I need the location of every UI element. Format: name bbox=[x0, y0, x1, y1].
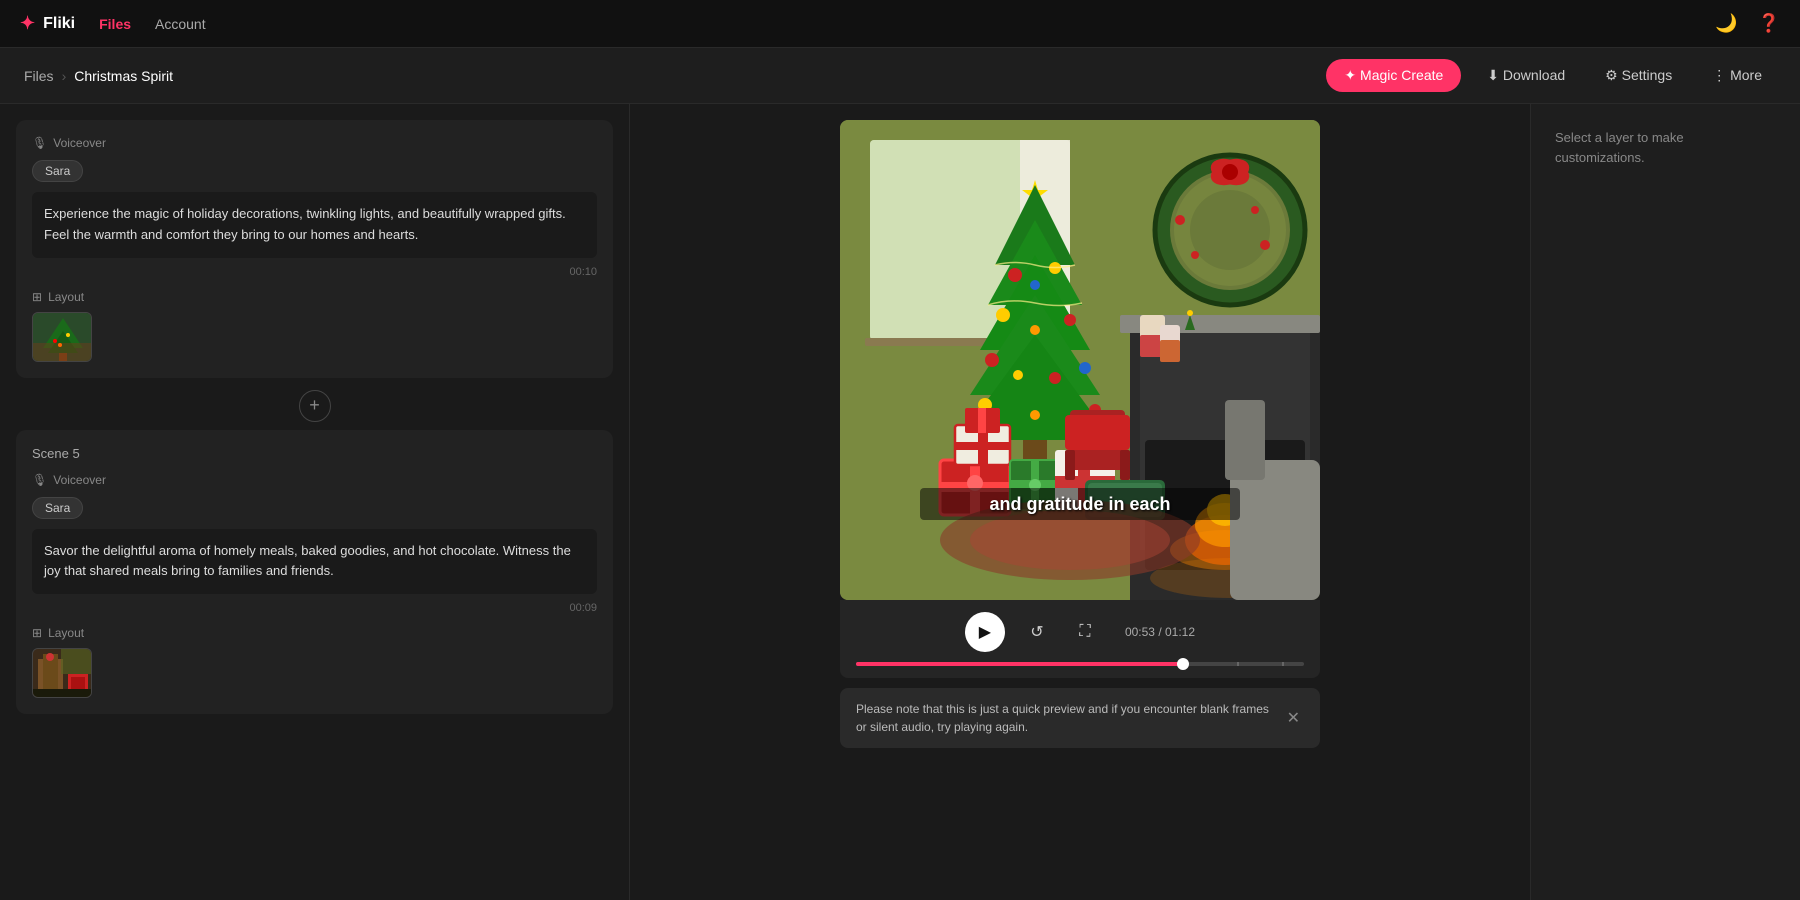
dark-mode-toggle[interactable]: 🌙 bbox=[1715, 13, 1737, 34]
fullscreen-button[interactable]: ⛶ bbox=[1069, 616, 1101, 648]
scene-text-5[interactable]: Savor the delightful aroma of homely mea… bbox=[32, 529, 597, 595]
nav-account[interactable]: Account bbox=[155, 16, 206, 32]
chapter-mark-5 bbox=[1237, 662, 1239, 666]
video-panel: and gratitude in each ▶ ↺ ⛶ 00:53 / 01:1… bbox=[630, 104, 1530, 900]
controls-row: ▶ ↺ ⛶ 00:53 / 01:12 bbox=[856, 612, 1304, 652]
layout-section-4: ⊞ Layout bbox=[32, 290, 597, 362]
main-layout: 🎙 Voiceover Sara Experience the magic of… bbox=[0, 104, 1800, 900]
sub-header-actions: ✦ Magic Create ⬇ Download ⚙ Settings ⋮ M… bbox=[1326, 59, 1776, 92]
top-nav: ✦ Fliki Files Account 🌙 ❓ bbox=[0, 0, 1800, 48]
current-time: 00:53 bbox=[1125, 625, 1155, 639]
layout-icon-4: ⊞ bbox=[32, 290, 42, 304]
download-button[interactable]: ⬇ Download bbox=[1473, 59, 1579, 92]
settings-button[interactable]: ⚙ Settings bbox=[1591, 59, 1686, 92]
speaker-badge-4[interactable]: Sara bbox=[32, 160, 83, 182]
app-name: Fliki bbox=[43, 15, 75, 33]
layout-thumbnail-5[interactable] bbox=[32, 648, 92, 698]
scene-time-5: 00:09 bbox=[32, 602, 597, 614]
mic-icon-5: 🎙 bbox=[32, 473, 47, 487]
time-separator: / bbox=[1158, 625, 1165, 639]
layout-label-5: ⊞ Layout bbox=[32, 626, 597, 640]
progress-handle[interactable] bbox=[1177, 658, 1189, 670]
mic-icon: 🎙 bbox=[32, 136, 47, 150]
toast-notification: Please note that this is just a quick pr… bbox=[840, 688, 1320, 748]
layout-thumbnail-4[interactable] bbox=[32, 312, 92, 362]
nav-files[interactable]: Files bbox=[99, 16, 131, 32]
speaker-badge-5[interactable]: Sara bbox=[32, 497, 83, 519]
toast-message: Please note that this is just a quick pr… bbox=[856, 700, 1283, 736]
customization-hint: Select a layer to make customizations. bbox=[1555, 128, 1776, 167]
app-logo: ✦ Fliki bbox=[20, 13, 75, 34]
right-panel: Select a layer to make customizations. bbox=[1530, 104, 1800, 900]
total-time: 01:12 bbox=[1165, 625, 1195, 639]
scenes-panel: 🎙 Voiceover Sara Experience the magic of… bbox=[0, 104, 630, 900]
scene-text-4[interactable]: Experience the magic of holiday decorati… bbox=[32, 192, 597, 258]
more-button[interactable]: ⋮ More bbox=[1698, 59, 1776, 92]
layout-section-5: ⊞ Layout bbox=[32, 626, 597, 698]
play-button[interactable]: ▶ bbox=[965, 612, 1005, 652]
svg-text:and gratitude in each: and gratitude in each bbox=[989, 494, 1170, 514]
help-icon[interactable]: ❓ bbox=[1758, 13, 1780, 34]
video-preview: and gratitude in each bbox=[840, 120, 1320, 600]
layout-icon-5: ⊞ bbox=[32, 626, 42, 640]
add-scene-button[interactable]: + bbox=[299, 390, 331, 422]
layout-label-4: ⊞ Layout bbox=[32, 290, 597, 304]
breadcrumb-separator: › bbox=[62, 68, 67, 84]
thumb-inner-4 bbox=[33, 313, 91, 361]
toast-close-button[interactable]: ✕ bbox=[1283, 708, 1304, 728]
time-display: 00:53 / 01:12 bbox=[1125, 625, 1195, 639]
scene-card-4: 🎙 Voiceover Sara Experience the magic of… bbox=[16, 120, 613, 378]
scene-header-5: Scene 5 bbox=[32, 446, 597, 461]
sub-header: Files › Christmas Spirit ✦ Magic Create … bbox=[0, 48, 1800, 104]
breadcrumb: Files › Christmas Spirit bbox=[24, 68, 173, 84]
breadcrumb-root[interactable]: Files bbox=[24, 68, 54, 84]
progress-fill bbox=[856, 662, 1183, 666]
magic-create-button[interactable]: ✦ Magic Create bbox=[1326, 59, 1461, 92]
thumb-inner-5 bbox=[33, 649, 91, 697]
logo-icon: ✦ bbox=[20, 13, 35, 34]
voiceover-label-4: 🎙 Voiceover bbox=[32, 136, 597, 150]
replay-button[interactable]: ↺ bbox=[1021, 616, 1053, 648]
scene-time-4: 00:10 bbox=[32, 266, 597, 278]
video-frame: and gratitude in each bbox=[840, 120, 1320, 600]
breadcrumb-current: Christmas Spirit bbox=[74, 68, 173, 84]
voiceover-label-5: 🎙 Voiceover bbox=[32, 473, 597, 487]
scene-card-5: Scene 5 🎙 Voiceover Sara Savor the delig… bbox=[16, 430, 613, 715]
video-progress-bar[interactable] bbox=[856, 662, 1304, 666]
nav-right-icons: 🌙 ❓ bbox=[1715, 13, 1780, 34]
video-controls: ▶ ↺ ⛶ 00:53 / 01:12 bbox=[840, 600, 1320, 678]
chapter-mark-6 bbox=[1282, 662, 1284, 666]
